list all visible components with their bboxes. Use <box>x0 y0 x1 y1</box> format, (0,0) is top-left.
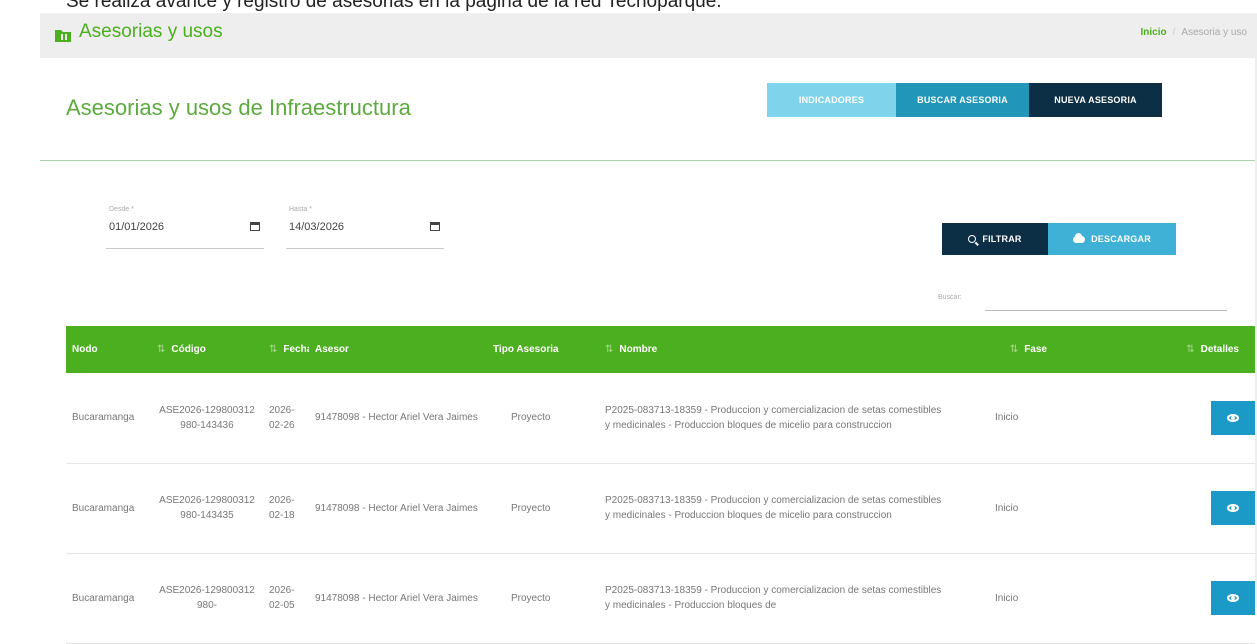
cell-tipo: Proyecto <box>511 502 551 514</box>
cell-nombre: P2025-083713-18359 - Produccion y comerc… <box>605 495 942 521</box>
cloud-download-icon <box>1073 232 1086 243</box>
cell-tipo: Proyecto <box>511 412 551 424</box>
cell-codigo: ASE2026-129800312980- <box>159 585 255 611</box>
desde-label: Desde * <box>109 206 134 213</box>
desde-value[interactable]: 01/01/2026 <box>109 221 164 233</box>
breadcrumb-home[interactable]: Inicio <box>1141 27 1167 38</box>
buscar-asesoria-button[interactable]: BUSCAR ASESORIA <box>896 83 1029 117</box>
cell-nombre: P2025-083713-18359 - Produccion y comerc… <box>605 404 942 431</box>
hasta-label: Hasta * <box>289 206 312 213</box>
desde-date-field[interactable]: Desde * 01/01/2026 <box>106 206 264 249</box>
search-icon <box>968 235 977 243</box>
cell-asesor: 91478098 - Hector Ariel Vera Jaimes <box>315 412 478 424</box>
col-fecha[interactable]: ⇅Fecha <box>263 326 309 373</box>
cell-fase: Inicio <box>995 592 1019 604</box>
col-detalles[interactable]: ⇅ Detalles <box>1065 326 1255 373</box>
col-asesor[interactable]: Asesor <box>309 326 487 373</box>
cell-asesor: 91478098 - Hector Ariel Vera Jaimes <box>315 592 478 604</box>
cell-nodo: Bucaramanga <box>72 592 135 604</box>
asesorias-table: Nodo ⇅Código ⇅Fecha Asesor Tipo Asesoria… <box>66 326 1255 644</box>
col-nombre[interactable]: ⇅ Nombre <box>599 326 953 373</box>
table-header-row: Nodo ⇅Código ⇅Fecha Asesor Tipo Asesoria… <box>66 326 1255 373</box>
search-input[interactable] <box>985 286 1227 311</box>
cell-nombre: P2025-083713-18359 - Produccion y comerc… <box>605 585 942 611</box>
eye-icon <box>1227 413 1239 422</box>
page-caption: Se realiza avance y registro de asesoria… <box>66 0 722 12</box>
cell-fecha: 2026-02-05 <box>269 585 295 611</box>
col-nodo[interactable]: Nodo <box>66 326 151 373</box>
view-details-button[interactable] <box>1211 491 1255 525</box>
hasta-value[interactable]: 14/03/2026 <box>289 221 344 233</box>
content-area: Asesorias y usos Inicio / Asesoria y uso A… <box>40 13 1257 643</box>
descargar-label: DESCARGAR <box>1091 234 1151 244</box>
cell-fecha: 2026-02-26 <box>269 404 295 431</box>
col-fase[interactable]: ⇅ Fase <box>953 326 1065 373</box>
search-label: Buscar: <box>938 294 962 301</box>
table-row: Bucaramanga ASE2026-129800312980- 2026-0… <box>66 553 1255 643</box>
filtrar-label: FILTRAR <box>982 234 1022 244</box>
cell-asesor: 91478098 - Hector Ariel Vera Jaimes <box>315 502 478 514</box>
hasta-date-field[interactable]: Hasta * 14/03/2026 <box>286 206 444 249</box>
cell-detalles <box>1065 373 1255 463</box>
calendar-icon[interactable] <box>430 222 440 231</box>
calendar-icon[interactable] <box>250 222 260 231</box>
cell-codigo: ASE2026-129800312980-143435 <box>159 495 255 521</box>
descargar-button[interactable]: DESCARGAR <box>1048 223 1176 255</box>
cell-fecha: 2026-02-18 <box>269 495 295 521</box>
cell-fase: Inicio <box>995 502 1019 514</box>
page-title-text: Asesorias y usos <box>79 21 223 42</box>
cell-codigo: ASE2026-129800312980-143436 <box>159 404 255 431</box>
cell-nodo: Bucaramanga <box>72 502 135 514</box>
col-codigo[interactable]: ⇅ Código <box>151 326 263 373</box>
cell-fase: Inicio <box>995 412 1019 424</box>
view-details-button[interactable] <box>1211 581 1255 615</box>
col-tipo[interactable]: Tipo Asesoria <box>487 326 599 373</box>
table-row: Bucaramanga ASE2026-129800312980-143436 … <box>66 373 1255 463</box>
card-title: Asesorias y usos de Infraestructura <box>66 95 411 120</box>
breadcrumb-current: Asesoria y uso <box>1181 27 1247 38</box>
indicadores-button[interactable]: INDICADORES <box>767 83 896 117</box>
view-details-button[interactable] <box>1211 400 1255 435</box>
table-row: Bucaramanga ASE2026-129800312980-143435 … <box>66 463 1255 553</box>
asesorias-card: Asesorias y usos de Infraestructura INDI… <box>40 58 1255 643</box>
cell-detalles <box>1065 553 1255 643</box>
page-title: Asesorias y usos <box>55 21 223 43</box>
folder-icon <box>55 26 71 42</box>
breadcrumb: Inicio / Asesoria y uso <box>1140 27 1248 38</box>
card-header: Asesorias y usos de Infraestructura INDI… <box>40 58 1255 161</box>
eye-icon <box>1227 594 1239 602</box>
cell-nodo: Bucaramanga <box>72 412 135 424</box>
nueva-asesoria-button[interactable]: NUEVA ASESORIA <box>1029 83 1162 117</box>
cell-tipo: Proyecto <box>511 592 551 604</box>
eye-icon <box>1227 504 1239 512</box>
cell-detalles <box>1065 463 1255 553</box>
filtrar-button[interactable]: FILTRAR <box>942 223 1048 255</box>
